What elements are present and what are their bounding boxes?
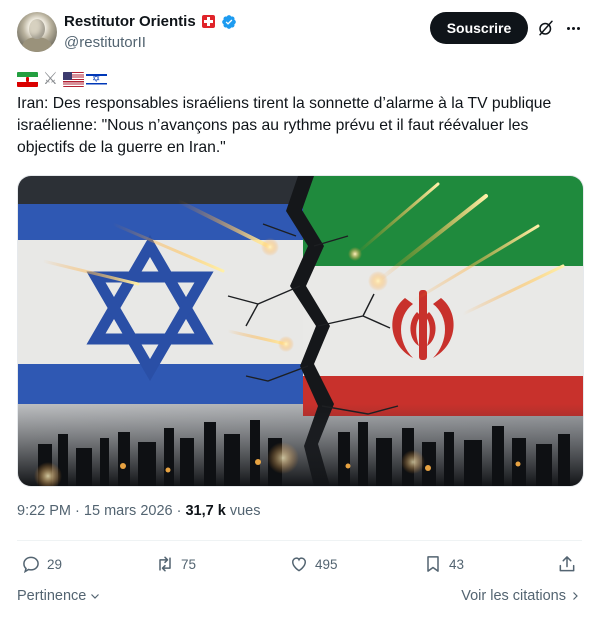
sort-dropdown[interactable]: Pertinence xyxy=(17,588,101,604)
divider-top xyxy=(17,540,582,541)
author-name[interactable]: Restitutor Orientis xyxy=(64,13,196,30)
author-name-row: Restitutor Orientis xyxy=(64,13,237,30)
like-button[interactable]: 495 xyxy=(289,552,338,576)
subscribe-button[interactable]: Souscrire xyxy=(430,12,528,44)
chevron-down-icon xyxy=(91,594,100,599)
view-quotes-link[interactable]: Voir les citations xyxy=(461,588,581,604)
grok-icon[interactable] xyxy=(537,19,555,37)
swiss-flag-icon xyxy=(201,15,215,28)
israel-flag-icon xyxy=(86,71,107,87)
tweet-meta: 9:22 PM · 15 mars 2026 · 31,7 k vues xyxy=(17,503,260,519)
share-icon xyxy=(559,556,575,572)
repost-count: 75 xyxy=(181,556,197,572)
chevron-right-icon xyxy=(573,592,578,600)
iran-flag-icon xyxy=(17,71,38,87)
verified-badge-icon[interactable] xyxy=(221,14,237,30)
quotes-label: Voir les citations xyxy=(461,588,566,604)
action-bar: 29 75 495 43 xyxy=(17,552,582,576)
views-count: 31,7 k xyxy=(185,503,226,519)
bookmark-button[interactable]: 43 xyxy=(423,552,464,576)
meta-separator-2: · xyxy=(176,503,182,519)
tweet-text: Iran: Des responsables israéliens tirent… xyxy=(17,95,552,156)
tweet-image[interactable] xyxy=(17,175,584,487)
share-button[interactable] xyxy=(557,552,577,576)
meta-separator: · xyxy=(75,503,80,519)
avatar[interactable] xyxy=(17,12,57,52)
sort-label: Pertinence xyxy=(17,588,87,604)
more-options-icon[interactable] xyxy=(564,19,582,37)
crossed-swords-icon: ⚔ xyxy=(42,69,59,89)
views-label: vues xyxy=(229,503,261,519)
tweet-time[interactable]: 9:22 PM xyxy=(17,503,71,519)
bookmark-icon xyxy=(427,556,439,572)
tweet-date[interactable]: 15 mars 2026 xyxy=(84,503,173,519)
reply-count: 29 xyxy=(47,556,63,572)
repost-button[interactable]: 75 xyxy=(155,552,196,576)
author-handle[interactable]: @restitutorII xyxy=(64,34,146,51)
heart-icon xyxy=(291,557,307,572)
bookmark-count: 43 xyxy=(449,556,465,572)
repost-icon xyxy=(159,556,171,572)
like-count: 495 xyxy=(315,556,338,572)
reply-icon xyxy=(23,556,39,574)
flag-emojis: ⚔ xyxy=(17,70,107,88)
us-flag-icon xyxy=(63,71,84,87)
reply-button[interactable]: 29 xyxy=(21,552,62,576)
